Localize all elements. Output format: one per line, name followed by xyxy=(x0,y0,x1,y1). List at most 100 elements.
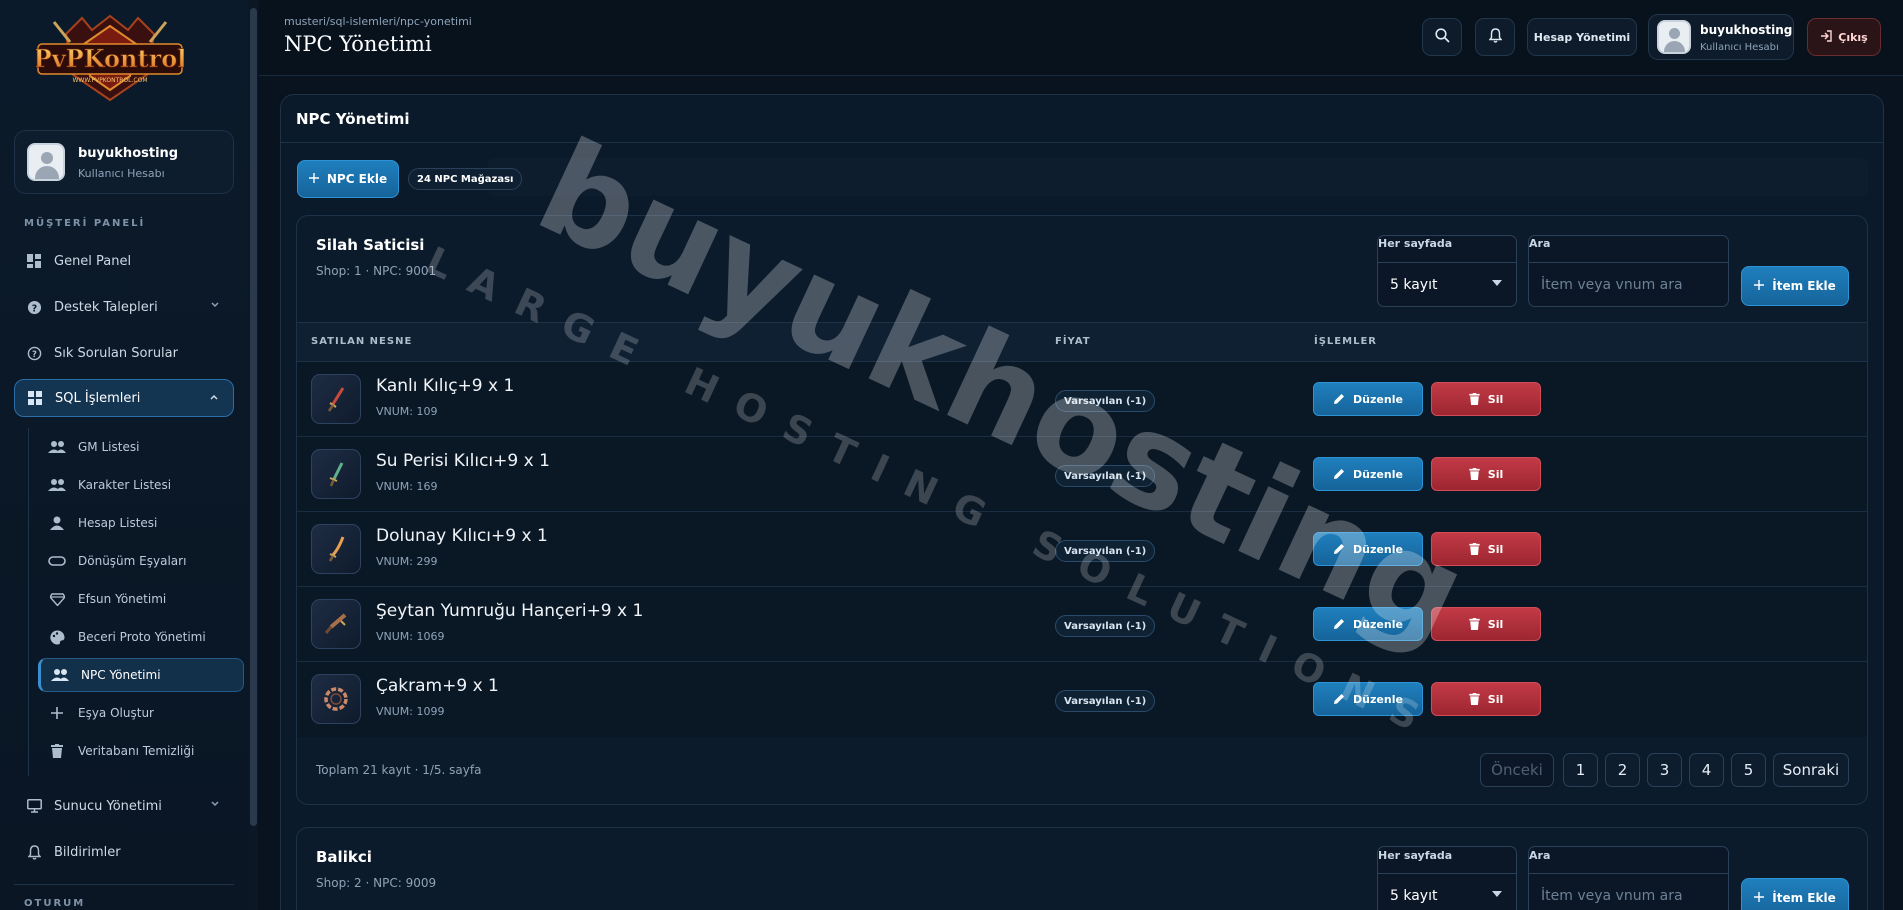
sidebar-subitem-esya-olustur[interactable]: Eşya Oluştur xyxy=(38,696,244,730)
add-item-button[interactable]: İtem Ekle xyxy=(1741,266,1849,306)
bell-icon xyxy=(1488,28,1502,46)
pagination-next[interactable]: Sonraki xyxy=(1773,753,1849,787)
delete-button[interactable]: Sil xyxy=(1431,457,1541,491)
add-npc-label: NPC Ekle xyxy=(326,172,388,186)
delete-label: Sil xyxy=(1487,542,1504,556)
search-label: Ara xyxy=(1529,237,1551,250)
shop-meta: Shop: 1 · NPC: 9001 xyxy=(316,264,437,278)
item-vnum: VNUM: 1069 xyxy=(376,630,445,643)
search-button[interactable] xyxy=(1422,18,1462,56)
price-badge: Varsayılan (-1) xyxy=(1055,540,1156,562)
sidebar-item-sql[interactable]: SQL İşlemleri xyxy=(14,379,234,417)
sidebar-subitem-efsun[interactable]: Efsun Yönetimi xyxy=(38,582,244,616)
sidebar-scrollbar-thumb[interactable] xyxy=(250,8,257,826)
add-npc-button[interactable]: NPC Ekle xyxy=(297,160,399,198)
item-name: Kanlı Kılıç+9 x 1 xyxy=(376,376,515,396)
top-user-menu[interactable]: buyukhosting Kullanıcı Hesabı xyxy=(1648,14,1794,60)
logout-button[interactable]: Çıkış xyxy=(1807,18,1881,56)
delete-label: Sil xyxy=(1487,617,1504,631)
edit-button[interactable]: Düzenle xyxy=(1313,382,1423,416)
delete-button[interactable]: Sil xyxy=(1431,532,1541,566)
sidebar-user-card[interactable]: buyukhosting Kullanıcı Hesabı xyxy=(14,130,234,194)
item-name: Su Perisi Kılıcı+9 x 1 xyxy=(376,451,550,471)
delete-label: Sil xyxy=(1487,692,1504,706)
pagination-page[interactable]: 3 xyxy=(1647,753,1682,787)
edit-button[interactable]: Düzenle xyxy=(1313,607,1423,641)
submenu-guide-line xyxy=(28,428,29,776)
sidebar-subitem-gm-listesi[interactable]: GM Listesi xyxy=(38,430,244,464)
subitem-label: Efsun Yönetimi xyxy=(78,592,167,606)
pagination-page[interactable]: 1 xyxy=(1563,753,1598,787)
delete-button[interactable]: Sil xyxy=(1431,382,1541,416)
account-management-button[interactable]: Hesap Yönetimi xyxy=(1527,18,1637,56)
card-divider xyxy=(281,142,1883,143)
toolbar-strip xyxy=(488,158,1868,196)
column-header-item: SATILAN NESNE xyxy=(311,336,413,347)
sidebar-item-sss[interactable]: ? Sık Sorulan Sorular xyxy=(14,334,234,372)
chakram-icon xyxy=(311,674,361,724)
sidebar-item-bildirimler[interactable]: Bildirimler xyxy=(14,833,234,871)
sidebar-item-label: Bildirimler xyxy=(54,844,121,860)
sidebar-subitem-veritabani[interactable]: Veritabanı Temizliği xyxy=(38,734,244,768)
sword-icon xyxy=(311,524,361,574)
pencil-icon xyxy=(1334,394,1345,404)
edit-button[interactable]: Düzenle xyxy=(1313,457,1423,491)
edit-button[interactable]: Düzenle xyxy=(1313,532,1423,566)
sidebar-subitem-karakter-listesi[interactable]: Karakter Listesi xyxy=(38,468,244,502)
item-search-input[interactable]: İtem veya vnum ara xyxy=(1529,262,1728,306)
sidebar-item-sunucu[interactable]: Sunucu Yönetimi xyxy=(14,787,234,825)
notifications-button[interactable] xyxy=(1475,18,1515,56)
price-badge: Varsayılan (-1) xyxy=(1055,465,1156,487)
users-icon xyxy=(48,478,66,492)
table-row: Su Perisi Kılıcı+9 x 1 VNUM: 169 Varsayı… xyxy=(297,437,1867,512)
subitem-label: Eşya Oluştur xyxy=(78,706,154,720)
sidebar-subitem-hesap-listesi[interactable]: Hesap Listesi xyxy=(38,506,244,540)
pagination-summary: Toplam 21 kayıt · 1/5. sayfa xyxy=(316,763,482,777)
subitem-label: NPC Yönetimi xyxy=(81,668,161,682)
users-icon xyxy=(51,668,69,682)
delete-button[interactable]: Sil xyxy=(1431,682,1541,716)
delete-label: Sil xyxy=(1487,392,1504,406)
svg-text:?: ? xyxy=(32,348,37,358)
add-item-button[interactable]: İtem Ekle xyxy=(1741,878,1849,910)
search-icon xyxy=(1434,28,1450,46)
brand-logo[interactable]: PvPKontrol WWW.PVPKONTROL.COM xyxy=(33,14,187,104)
sidebar-subitem-donusum[interactable]: Dönüşüm Eşyaları xyxy=(38,544,244,578)
item-vnum: VNUM: 109 xyxy=(376,405,438,418)
sidebar-item-genel-panel[interactable]: Genel Panel xyxy=(14,242,234,280)
pagination-page[interactable]: 5 xyxy=(1731,753,1766,787)
breadcrumb: musteri/sql-islemleri/npc-yonetimi xyxy=(284,15,472,28)
table-row: Kanlı Kılıç+9 x 1 VNUM: 109 Varsayılan (… xyxy=(297,362,1867,437)
sidebar-item-label: SQL İşlemleri xyxy=(55,390,141,406)
table-row: Şeytan Yumruğu Hançeri+9 x 1 VNUM: 1069 … xyxy=(297,587,1867,662)
sword-icon xyxy=(311,374,361,424)
item-search-input[interactable]: İtem veya vnum ara xyxy=(1529,873,1728,910)
database-icon xyxy=(27,390,43,406)
shop-name: Silah Saticisi xyxy=(316,236,425,254)
sidebar-subitem-npc[interactable]: NPC Yönetimi xyxy=(38,658,244,692)
search-label: Ara xyxy=(1529,849,1551,862)
sidebar-item-destek[interactable]: ? Destek Talepleri xyxy=(14,288,234,326)
pagination-prev[interactable]: Önceki xyxy=(1480,753,1554,787)
sidebar-item-label: Sık Sorulan Sorular xyxy=(54,345,178,361)
trash-icon xyxy=(1469,468,1480,480)
pencil-icon xyxy=(1334,694,1345,704)
logo-text: PvPKontrol xyxy=(36,44,184,73)
price-badge: Varsayılan (-1) xyxy=(1055,690,1156,712)
shop-name: Balikci xyxy=(316,848,372,866)
edit-button[interactable]: Düzenle xyxy=(1313,682,1423,716)
sidebar-item-label: Sunucu Yönetimi xyxy=(54,798,162,814)
item-vnum: VNUM: 169 xyxy=(376,480,438,493)
sidebar-divider xyxy=(14,884,234,885)
add-item-label: İtem Ekle xyxy=(1772,279,1836,293)
subitem-label: Dönüşüm Eşyaları xyxy=(78,554,187,568)
sidebar-subitem-beceri[interactable]: Beceri Proto Yönetimi xyxy=(38,620,244,654)
delete-button[interactable]: Sil xyxy=(1431,607,1541,641)
subitem-label: GM Listesi xyxy=(78,440,140,454)
caret-down-icon xyxy=(1492,891,1502,897)
pagination-page[interactable]: 2 xyxy=(1605,753,1640,787)
sword-icon xyxy=(311,449,361,499)
pagination-page[interactable]: 4 xyxy=(1689,753,1724,787)
edit-label: Düzenle xyxy=(1353,542,1403,556)
logo-subtext: WWW.PVPKONTROL.COM xyxy=(72,77,147,84)
